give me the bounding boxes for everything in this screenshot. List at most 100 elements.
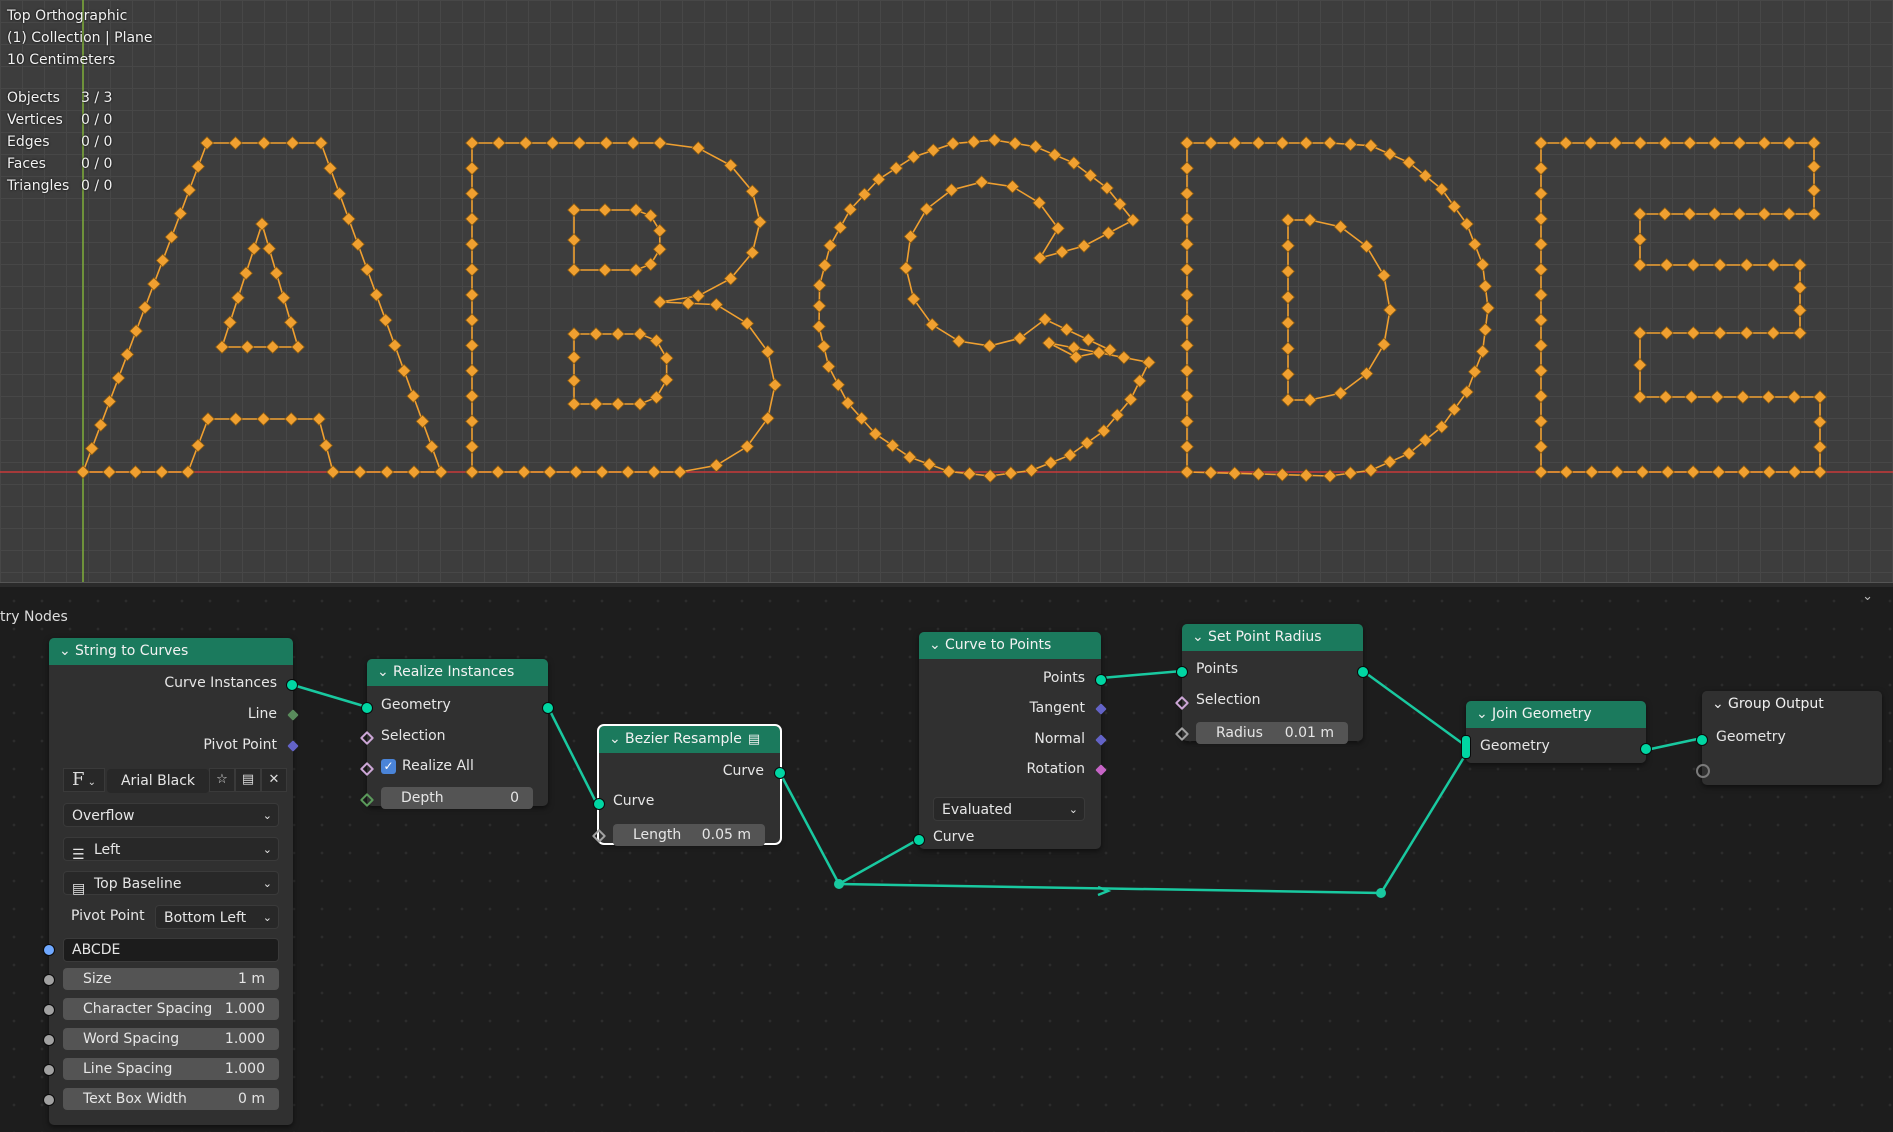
realize-all-checkbox[interactable]: ✓ Realize All [381, 758, 474, 774]
curve-point [543, 465, 557, 479]
socket-size[interactable] [43, 974, 55, 986]
node-bezier-resample[interactable]: ⌄ Bezier Resample ▤ Curve Curve Length 0.05… [591, 724, 786, 846]
node-header[interactable]: ⌄ Join Geometry [1466, 701, 1646, 728]
socket-points[interactable] [1095, 674, 1107, 686]
node-group-output[interactable]: ⌄ Group Output Geometry [1696, 691, 1882, 785]
node-header[interactable]: ⌄ Set Point Radius [1182, 624, 1363, 651]
socket-empty[interactable] [1696, 764, 1710, 778]
shield-icon[interactable]: ☆ [209, 768, 235, 792]
curve-point [191, 159, 206, 174]
curve-point [369, 287, 384, 302]
close-icon[interactable]: ✕ [261, 768, 287, 792]
mode-dropdown[interactable]: Evaluated ⌄ [933, 797, 1085, 821]
text-box-width-field[interactable]: Text Box Width 0 m [63, 1088, 279, 1110]
chevron-down-icon[interactable]: ⌄ [377, 659, 393, 686]
curve-point [1066, 156, 1081, 170]
line-spacing-field[interactable]: Line Spacing 1.000 [63, 1058, 279, 1080]
radius-field[interactable]: Radius 0.01 m [1196, 722, 1348, 744]
curve-point [831, 377, 846, 392]
chevron-down-icon[interactable]: ⌄ [1192, 624, 1208, 651]
align-y-dropdown[interactable]: ▤ Top Baseline ⌄ [63, 871, 279, 897]
curve-point [572, 136, 587, 150]
socket-geometry-out[interactable] [1640, 743, 1652, 755]
node-join-geometry[interactable]: ⌄ Join Geometry Geometry [1461, 701, 1652, 763]
curve-point [155, 253, 170, 268]
character-spacing-field[interactable]: Character Spacing 1.000 [63, 998, 279, 1020]
socket-geometry[interactable] [361, 702, 373, 714]
checkmark-icon[interactable]: ✓ [381, 758, 396, 774]
curve-point [1633, 207, 1647, 221]
node-header[interactable]: ⌄ Group Output [1702, 691, 1882, 718]
align-top-icon: ▤ [72, 881, 86, 897]
socket-curve-in[interactable] [593, 798, 605, 810]
socket-word-spacing[interactable] [43, 1034, 55, 1046]
curve-point [1658, 136, 1673, 150]
output-points: Points [1042, 670, 1085, 686]
curve-point [201, 412, 215, 426]
curve-point [1059, 322, 1074, 337]
input-curve: Curve [933, 829, 975, 845]
socket-geometry-in[interactable] [1696, 734, 1708, 746]
node-editor[interactable]: try Nodes ⌄ ⌄ String to Curves Curve Inst… [0, 587, 1893, 1132]
node-header[interactable]: ⌄ String to Curves [49, 638, 293, 665]
socket-curve-out[interactable] [774, 767, 786, 779]
socket-points-in[interactable] [1176, 666, 1188, 678]
chevron-down-icon[interactable]: ⌄ [1476, 701, 1492, 728]
chevron-down-icon: ⌄ [1068, 803, 1078, 816]
node-curve-to-points[interactable]: ⌄ Curve to Points Points Tangent Normal R… [913, 632, 1107, 849]
chevron-down-icon[interactable]: ⌄ [609, 726, 625, 753]
align-x-dropdown[interactable]: ☰ Left ⌄ [63, 837, 279, 863]
socket-line-spacing[interactable] [43, 1064, 55, 1076]
node-set-point-radius[interactable]: ⌄ Set Point Radius Points Selection Radiu… [1174, 624, 1369, 744]
node-header[interactable]: ⌄ Realize Instances [367, 659, 548, 686]
node-string-to-curves[interactable]: ⌄ String to Curves Curve Instances Line P… [43, 638, 299, 1125]
socket-curve-instances[interactable] [286, 679, 298, 691]
curve-point [1813, 415, 1827, 429]
socket-curve-in[interactable] [913, 834, 925, 846]
node-group-icon[interactable]: ▤ [748, 732, 760, 747]
curve-point [691, 141, 706, 156]
socket-geometry-out[interactable] [542, 702, 554, 714]
socket-string[interactable] [43, 944, 55, 956]
reroute-node-1 [834, 879, 844, 889]
curve-point [982, 338, 997, 353]
curve-point [1024, 463, 1039, 478]
chevron-down-icon[interactable]: ⌄ [929, 632, 945, 659]
string-input[interactable]: ABCDE [63, 938, 279, 962]
pivot-point-dropdown[interactable]: Bottom Left ⌄ [155, 905, 279, 929]
curve-point [1180, 186, 1194, 201]
curve-point [1807, 207, 1821, 221]
socket-character-spacing[interactable] [43, 1004, 55, 1016]
node-header[interactable]: ⌄ Curve to Points [919, 632, 1101, 659]
curve-point [465, 313, 479, 328]
node-realize-instances[interactable]: ⌄ Realize Instances Geometry Selection ✓ R… [359, 659, 554, 809]
socket-text-box-width[interactable] [43, 1094, 55, 1106]
chevron-down-icon[interactable]: ⌄ [1712, 691, 1728, 718]
folder-icon[interactable]: ▤ [235, 768, 261, 792]
font-name-field[interactable]: Arial Black [107, 769, 209, 793]
chevron-down-icon[interactable]: ⌄ [59, 638, 75, 665]
curve-point [1281, 290, 1295, 305]
word-spacing-field[interactable]: Word Spacing 1.000 [63, 1028, 279, 1050]
node-header[interactable]: ⌄ Bezier Resample ▤ [599, 726, 780, 753]
curve-point [1116, 350, 1131, 365]
curve-point [465, 338, 479, 353]
curve-point [1534, 414, 1548, 429]
socket-points-out[interactable] [1357, 666, 1369, 678]
curve-point [285, 136, 300, 150]
curve-point [768, 378, 782, 392]
link-set-radius-to-join [1362, 669, 1467, 748]
curve-outline [573, 209, 661, 271]
curve-point [1180, 313, 1194, 328]
depth-field[interactable]: Depth 0 [381, 787, 533, 809]
overflow-dropdown[interactable]: Overflow ⌄ [63, 803, 279, 827]
curve-point [1682, 136, 1697, 150]
curve-point [673, 465, 687, 479]
socket-geometry-multi-input[interactable] [1461, 735, 1471, 759]
length-field[interactable]: Length 0.05 m [613, 824, 765, 846]
3d-viewport[interactable]: Top Orthographic (1) Collection | Plane … [0, 0, 1893, 582]
font-browse-button[interactable]: F ⌄ [63, 768, 105, 792]
size-field[interactable]: Size 1 m [63, 968, 279, 990]
curve-point [1383, 303, 1397, 317]
curve-point [424, 439, 439, 454]
